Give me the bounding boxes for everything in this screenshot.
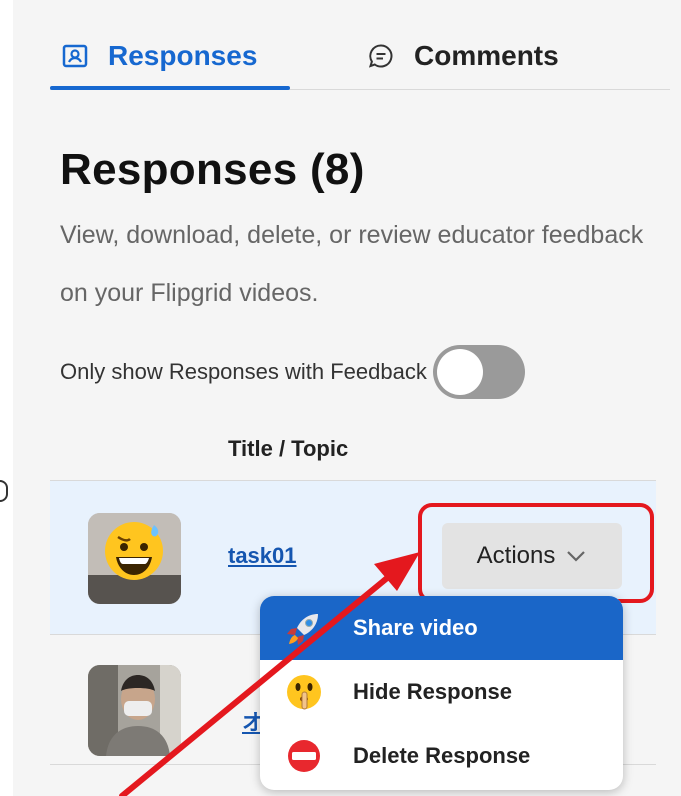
page-title: Responses (8) bbox=[60, 145, 365, 194]
video-thumbnail[interactable] bbox=[88, 513, 181, 604]
edge-fragment bbox=[0, 480, 8, 502]
comments-icon bbox=[368, 43, 394, 69]
feedback-filter-label: Only show Responses with Feedback bbox=[60, 359, 427, 384]
tab-comments-label: Comments bbox=[414, 40, 559, 71]
active-tab-indicator bbox=[50, 86, 290, 90]
feedback-toggle[interactable] bbox=[432, 345, 525, 399]
menu-item-label: Hide Response bbox=[353, 679, 512, 704]
responses-icon bbox=[62, 43, 88, 69]
rocket-icon bbox=[284, 608, 324, 648]
toggle-knob bbox=[436, 349, 483, 395]
menu-item-label: Share video bbox=[353, 615, 478, 640]
menu-item-hide-response[interactable]: Hide Response bbox=[260, 660, 623, 724]
annotation-highlight-box bbox=[418, 503, 654, 603]
menu-item-delete-response[interactable]: Delete Response bbox=[260, 724, 623, 788]
tab-responses[interactable]: Responses bbox=[62, 36, 257, 76]
column-header-title-topic: Title / Topic bbox=[228, 436, 349, 461]
video-thumbnail[interactable] bbox=[88, 665, 181, 756]
tab-comments[interactable]: Comments bbox=[368, 36, 559, 76]
shushing-face-icon bbox=[284, 672, 324, 712]
menu-item-share-video[interactable]: Share video bbox=[260, 596, 623, 660]
no-entry-icon bbox=[284, 736, 324, 776]
page-description: View, download, delete, or review educat… bbox=[60, 221, 644, 307]
menu-item-label: Delete Response bbox=[353, 743, 531, 768]
feedback-filter: Only show Responses with Feedback bbox=[60, 345, 525, 399]
actions-menu: Share video Hide Response Delete Respons… bbox=[260, 596, 623, 790]
response-title-link[interactable]: task01 bbox=[228, 543, 297, 569]
tab-responses-label: Responses bbox=[108, 40, 258, 71]
